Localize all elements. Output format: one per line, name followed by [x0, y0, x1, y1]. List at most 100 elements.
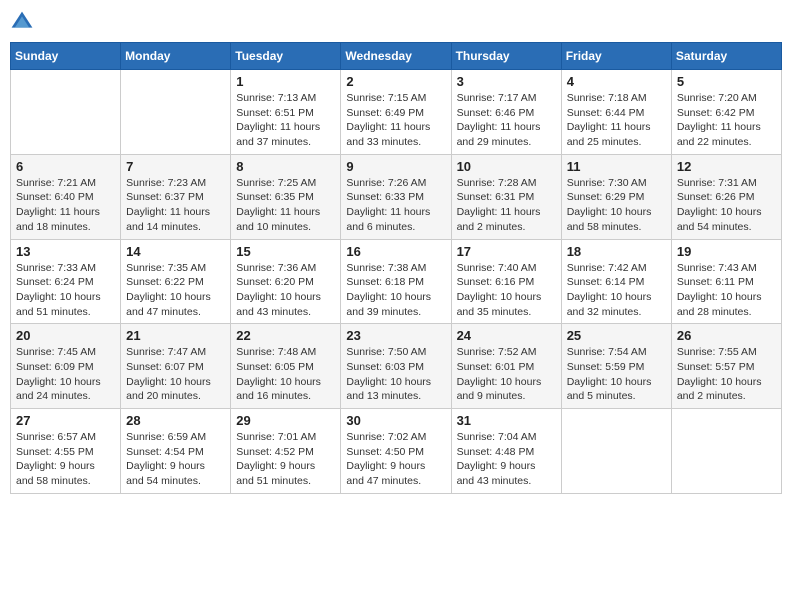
calendar-cell: 5 Sunrise: 7:20 AM Sunset: 6:42 PM Daylig… — [671, 70, 781, 155]
logo — [10, 10, 38, 34]
day-number: 11 — [567, 159, 666, 174]
day-info: Sunrise: 7:48 AM Sunset: 6:05 PM Dayligh… — [236, 345, 335, 404]
day-info: Sunrise: 7:01 AM Sunset: 4:52 PM Dayligh… — [236, 430, 335, 489]
day-number: 22 — [236, 328, 335, 343]
day-number: 19 — [677, 244, 776, 259]
calendar-cell: 18Sunrise: 7:42 AM Sunset: 6:14 PM Dayli… — [561, 239, 671, 324]
day-number: 28 — [126, 413, 225, 428]
calendar-cell: 14Sunrise: 7:35 AM Sunset: 6:22 PM Dayli… — [121, 239, 231, 324]
calendar-cell: 16 Sunrise: 7:38 AM Sunset: 6:18 PM Dayli… — [341, 239, 451, 324]
day-number: 25 — [567, 328, 666, 343]
calendar-cell: 8Sunrise: 7:25 AM Sunset: 6:35 PM Daylig… — [231, 154, 341, 239]
day-info: Sunrise: 7:45 AM Sunset: 6:09 PM Dayligh… — [16, 345, 115, 404]
calendar-cell: 17Sunrise: 7:40 AM Sunset: 6:16 PM Dayli… — [451, 239, 561, 324]
calendar-cell: 4 Sunrise: 7:18 AM Sunset: 6:44 PM Daylig… — [561, 70, 671, 155]
day-info: Sunrise: 7:20 AM Sunset: 6:42 PM Dayligh… — [677, 91, 776, 150]
logo-icon — [10, 10, 34, 34]
calendar-cell: 6 Sunrise: 7:21 AM Sunset: 6:40 PM Daylig… — [11, 154, 121, 239]
calendar-cell: 10 Sunrise: 7:28 AM Sunset: 6:31 PM Dayli… — [451, 154, 561, 239]
calendar-week-row: 6 Sunrise: 7:21 AM Sunset: 6:40 PM Daylig… — [11, 154, 782, 239]
day-of-week-header: Monday — [121, 43, 231, 70]
calendar-cell: 2 Sunrise: 7:15 AM Sunset: 6:49 PM Daylig… — [341, 70, 451, 155]
day-info: Sunrise: 7:17 AM Sunset: 6:46 PM Dayligh… — [457, 91, 556, 150]
day-info: Sunrise: 7:31 AM Sunset: 6:26 PM Dayligh… — [677, 176, 776, 235]
day-of-week-header: Sunday — [11, 43, 121, 70]
calendar-cell — [121, 70, 231, 155]
day-number: 26 — [677, 328, 776, 343]
day-info: Sunrise: 7:52 AM Sunset: 6:01 PM Dayligh… — [457, 345, 556, 404]
calendar-cell: 15 Sunrise: 7:36 AM Sunset: 6:20 PM Dayli… — [231, 239, 341, 324]
day-number: 12 — [677, 159, 776, 174]
calendar-cell: 9 Sunrise: 7:26 AM Sunset: 6:33 PM Daylig… — [341, 154, 451, 239]
day-of-week-header: Saturday — [671, 43, 781, 70]
day-info: Sunrise: 7:28 AM Sunset: 6:31 PM Dayligh… — [457, 176, 556, 235]
day-of-week-header: Thursday — [451, 43, 561, 70]
page-header — [10, 10, 782, 34]
day-of-week-header: Friday — [561, 43, 671, 70]
calendar-cell — [11, 70, 121, 155]
calendar-cell: 25 Sunrise: 7:54 AM Sunset: 5:59 PM Dayli… — [561, 324, 671, 409]
calendar-week-row: 27 Sunrise: 6:57 AM Sunset: 4:55 PM Dayli… — [11, 409, 782, 494]
day-number: 6 — [16, 159, 115, 174]
day-number: 13 — [16, 244, 115, 259]
day-info: Sunrise: 7:18 AM Sunset: 6:44 PM Dayligh… — [567, 91, 666, 150]
calendar-cell: 20 Sunrise: 7:45 AM Sunset: 6:09 PM Dayli… — [11, 324, 121, 409]
day-info: Sunrise: 7:36 AM Sunset: 6:20 PM Dayligh… — [236, 261, 335, 320]
day-info: Sunrise: 6:57 AM Sunset: 4:55 PM Dayligh… — [16, 430, 115, 489]
day-number: 18 — [567, 244, 666, 259]
day-info: Sunrise: 7:04 AM Sunset: 4:48 PM Dayligh… — [457, 430, 556, 489]
day-info: Sunrise: 7:13 AM Sunset: 6:51 PM Dayligh… — [236, 91, 335, 150]
calendar-cell: 3Sunrise: 7:17 AM Sunset: 6:46 PM Daylig… — [451, 70, 561, 155]
day-number: 24 — [457, 328, 556, 343]
calendar-cell: 1 Sunrise: 7:13 AM Sunset: 6:51 PM Daylig… — [231, 70, 341, 155]
day-number: 20 — [16, 328, 115, 343]
day-info: Sunrise: 7:25 AM Sunset: 6:35 PM Dayligh… — [236, 176, 335, 235]
calendar-cell: 31 Sunrise: 7:04 AM Sunset: 4:48 PM Dayli… — [451, 409, 561, 494]
day-info: Sunrise: 7:02 AM Sunset: 4:50 PM Dayligh… — [346, 430, 445, 489]
day-number: 4 — [567, 74, 666, 89]
day-number: 9 — [346, 159, 445, 174]
day-info: Sunrise: 7:54 AM Sunset: 5:59 PM Dayligh… — [567, 345, 666, 404]
day-info: Sunrise: 7:15 AM Sunset: 6:49 PM Dayligh… — [346, 91, 445, 150]
calendar-week-row: 1 Sunrise: 7:13 AM Sunset: 6:51 PM Daylig… — [11, 70, 782, 155]
day-number: 10 — [457, 159, 556, 174]
calendar-cell: 19 Sunrise: 7:43 AM Sunset: 6:11 PM Dayli… — [671, 239, 781, 324]
day-info: Sunrise: 7:21 AM Sunset: 6:40 PM Dayligh… — [16, 176, 115, 235]
day-number: 15 — [236, 244, 335, 259]
calendar-cell: 7Sunrise: 7:23 AM Sunset: 6:37 PM Daylig… — [121, 154, 231, 239]
day-number: 1 — [236, 74, 335, 89]
calendar-cell: 30 Sunrise: 7:02 AM Sunset: 4:50 PM Dayli… — [341, 409, 451, 494]
day-number: 23 — [346, 328, 445, 343]
day-info: Sunrise: 7:33 AM Sunset: 6:24 PM Dayligh… — [16, 261, 115, 320]
day-info: Sunrise: 7:35 AM Sunset: 6:22 PM Dayligh… — [126, 261, 225, 320]
day-info: Sunrise: 7:38 AM Sunset: 6:18 PM Dayligh… — [346, 261, 445, 320]
day-info: Sunrise: 7:30 AM Sunset: 6:29 PM Dayligh… — [567, 176, 666, 235]
day-info: Sunrise: 7:43 AM Sunset: 6:11 PM Dayligh… — [677, 261, 776, 320]
day-number: 2 — [346, 74, 445, 89]
day-number: 29 — [236, 413, 335, 428]
day-info: Sunrise: 7:26 AM Sunset: 6:33 PM Dayligh… — [346, 176, 445, 235]
day-number: 31 — [457, 413, 556, 428]
day-number: 5 — [677, 74, 776, 89]
calendar-cell — [671, 409, 781, 494]
day-info: Sunrise: 7:47 AM Sunset: 6:07 PM Dayligh… — [126, 345, 225, 404]
day-number: 27 — [16, 413, 115, 428]
calendar-cell — [561, 409, 671, 494]
day-info: Sunrise: 7:50 AM Sunset: 6:03 PM Dayligh… — [346, 345, 445, 404]
day-number: 30 — [346, 413, 445, 428]
calendar-cell: 28 Sunrise: 6:59 AM Sunset: 4:54 PM Dayli… — [121, 409, 231, 494]
day-number: 16 — [346, 244, 445, 259]
calendar-cell: 29 Sunrise: 7:01 AM Sunset: 4:52 PM Dayli… — [231, 409, 341, 494]
calendar-header-row: SundayMondayTuesdayWednesdayThursdayFrid… — [11, 43, 782, 70]
calendar-cell: 21Sunrise: 7:47 AM Sunset: 6:07 PM Dayli… — [121, 324, 231, 409]
calendar-cell: 11 Sunrise: 7:30 AM Sunset: 6:29 PM Dayli… — [561, 154, 671, 239]
calendar-week-row: 13 Sunrise: 7:33 AM Sunset: 6:24 PM Dayli… — [11, 239, 782, 324]
calendar-cell: 26Sunrise: 7:55 AM Sunset: 5:57 PM Dayli… — [671, 324, 781, 409]
day-number: 17 — [457, 244, 556, 259]
day-of-week-header: Wednesday — [341, 43, 451, 70]
day-info: Sunrise: 7:23 AM Sunset: 6:37 PM Dayligh… — [126, 176, 225, 235]
calendar-cell: 12 Sunrise: 7:31 AM Sunset: 6:26 PM Dayli… — [671, 154, 781, 239]
day-info: Sunrise: 6:59 AM Sunset: 4:54 PM Dayligh… — [126, 430, 225, 489]
calendar-cell: 13 Sunrise: 7:33 AM Sunset: 6:24 PM Dayli… — [11, 239, 121, 324]
calendar-cell: 27 Sunrise: 6:57 AM Sunset: 4:55 PM Dayli… — [11, 409, 121, 494]
